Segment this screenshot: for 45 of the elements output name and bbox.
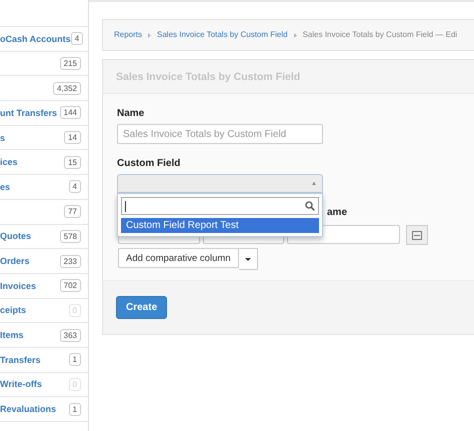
list-icon bbox=[412, 230, 422, 240]
count-badge: 4 bbox=[68, 180, 81, 194]
breadcrumb-current: Sales Invoice Totals by Custom Field — Edi bbox=[302, 29, 458, 41]
sidebar-link[interactable]: Invoices bbox=[0, 280, 36, 291]
name-input[interactable]: Sales Invoice Totals by Custom Field bbox=[117, 124, 323, 144]
field-label: Name bbox=[117, 108, 146, 119]
sidebar-link[interactable]: ceipts bbox=[0, 305, 26, 316]
count-badge: 14 bbox=[64, 131, 81, 144]
sidebar-link[interactable]: es bbox=[0, 182, 10, 192]
count-badge: 1 bbox=[68, 402, 81, 416]
sidebar-link[interactable]: Revaluations bbox=[0, 404, 56, 414]
count-badge: 15 bbox=[64, 156, 81, 169]
dropdown-option[interactable]: Custom Field Report Test bbox=[121, 218, 319, 233]
sidebar-link[interactable]: s bbox=[0, 132, 6, 143]
dropdown-toggle[interactable] bbox=[238, 248, 258, 270]
count-badge: 4,352 bbox=[52, 82, 81, 95]
picker-button[interactable] bbox=[406, 225, 428, 245]
count-badge: 702 bbox=[60, 279, 81, 292]
count-badge: 1 bbox=[68, 353, 81, 366]
field-label: ame bbox=[327, 207, 348, 218]
breadcrumb-link[interactable]: Reports bbox=[114, 29, 142, 41]
count-badge: 578 bbox=[60, 230, 81, 243]
breadcrumb-link[interactable]: Sales Invoice Totals by Custom Field bbox=[157, 29, 288, 41]
count-badge: 233 bbox=[60, 254, 81, 268]
sidebar-link[interactable]: ices bbox=[0, 157, 18, 168]
sidebar-link[interactable]: Transfers bbox=[0, 354, 41, 365]
sidebar-link[interactable]: Orders bbox=[0, 256, 30, 266]
create-button[interactable]: Create bbox=[116, 296, 168, 319]
caret-icon bbox=[244, 258, 251, 260]
sidebar-link[interactable]: unt Transfers bbox=[0, 108, 58, 118]
count-badge: 144 bbox=[60, 106, 81, 120]
sidebar-link[interactable]: Items bbox=[0, 330, 24, 340]
separator-icon bbox=[148, 32, 152, 38]
count-badge: 4 bbox=[70, 32, 84, 46]
count-badge: 363 bbox=[60, 328, 81, 342]
search-icon bbox=[305, 201, 315, 211]
separator-icon bbox=[294, 32, 297, 38]
count-badge: 77 bbox=[64, 205, 81, 218]
sidebar-link[interactable]: Quotes bbox=[0, 231, 32, 242]
count-badge: 215 bbox=[60, 57, 81, 70]
sidebar-link[interactable]: oCash Accounts bbox=[0, 34, 71, 44]
field-label: Custom Field bbox=[117, 158, 182, 169]
search-field[interactable] bbox=[121, 197, 319, 215]
add-column-button[interactable]: Add comparative column bbox=[118, 248, 239, 268]
sidebar-link[interactable]: Write-offs bbox=[0, 379, 42, 390]
